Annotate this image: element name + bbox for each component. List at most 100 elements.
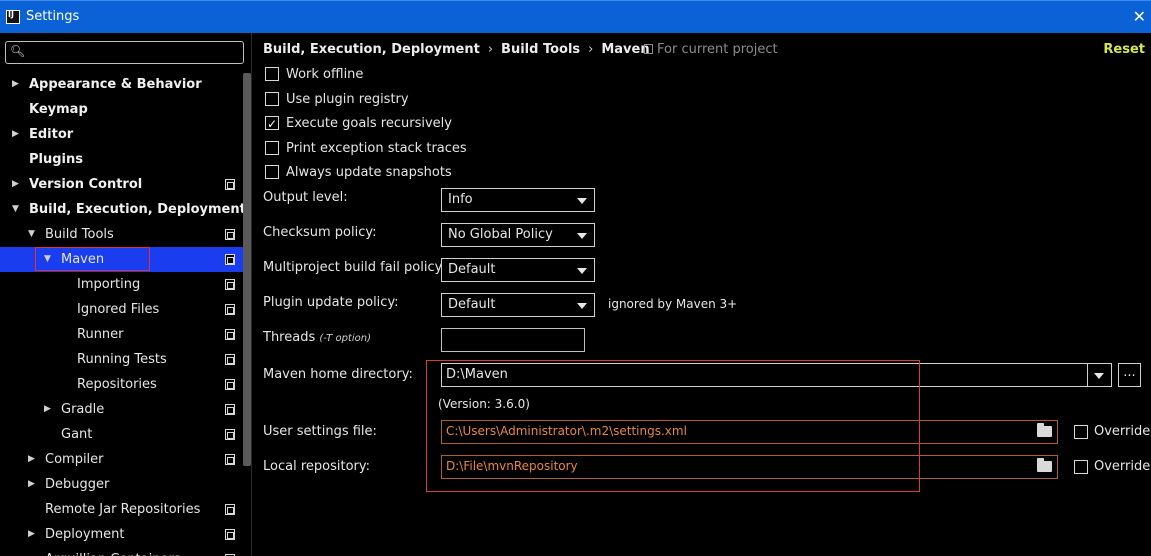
sidebar-item[interactable]: Keymap [0, 97, 243, 122]
sidebar-item[interactable]: ▶ Deployment [0, 522, 243, 547]
checksum-policy-select[interactable]: No Global Policy [441, 223, 595, 247]
option-label: Work offline [286, 67, 364, 82]
project-scope-icon [225, 429, 235, 440]
option-label: Print exception stack traces [286, 140, 467, 156]
option-checkbox[interactable] [265, 67, 279, 81]
project-scope-icon [225, 529, 235, 540]
plugin-update-policy-value: Default [448, 297, 496, 312]
sidebar-item-label: Compiler [45, 452, 104, 467]
sidebar-item[interactable]: Remote Jar Repositories [0, 497, 243, 522]
scope-label: For current project [657, 42, 778, 57]
sidebar-item-label: Build, Execution, Deployment [29, 202, 246, 217]
browse-button[interactable]: ... [1118, 363, 1141, 387]
option-checkbox[interactable] [265, 140, 279, 155]
sidebar-item-label: Editor [29, 127, 74, 142]
threads-input[interactable] [441, 328, 585, 352]
override-label: Override [1094, 459, 1151, 474]
breadcrumb: Build, Execution, Deployment › Build Tools… [263, 42, 650, 57]
project-scope-icon [225, 504, 235, 515]
window-title: Settings [26, 9, 80, 24]
project-scope-icon [644, 44, 653, 54]
sidebar-item[interactable]: Runner [0, 322, 243, 347]
sidebar-item[interactable]: ▼ Build Tools [0, 222, 243, 247]
sidebar-item-label: Repositories [77, 377, 157, 392]
local-repository-label: Local repository: [263, 459, 370, 474]
sidebar-item[interactable]: Ignored Files [0, 297, 243, 322]
folder-icon[interactable] [1037, 423, 1052, 437]
close-icon[interactable]: ✕ [1133, 7, 1146, 26]
title-bar: Settings ✕ [0, 0, 1151, 33]
reset-button[interactable]: Reset [1103, 42, 1145, 57]
threads-note: (-T option) [319, 333, 371, 344]
sidebar-item-label: Version Control [29, 177, 143, 192]
search-input[interactable] [30, 44, 240, 61]
sidebar-item-label: Runner [77, 327, 124, 342]
sidebar-item[interactable]: ▶ Editor [0, 122, 243, 147]
dropdown-arrow-icon[interactable] [1094, 373, 1104, 379]
option-label: Execute goals recursively [286, 116, 452, 131]
sidebar-item[interactable]: Gant [0, 422, 243, 447]
threads-label: Threads (-T option) [263, 330, 371, 345]
sidebar-item[interactable]: ▶ Version Control [0, 172, 243, 197]
sidebar-item[interactable]: ▼ Maven [0, 247, 243, 272]
sidebar-scrollbar[interactable] [243, 73, 251, 466]
project-scope-icon [225, 304, 235, 315]
sidebar-item[interactable]: Running Tests [0, 347, 243, 372]
expand-arrow-icon[interactable]: ▶ [44, 397, 51, 422]
project-scope-icon [225, 229, 235, 240]
local-repository-field[interactable]: D:\File\mvnRepository [441, 455, 1058, 479]
sidebar-item-label: Plugins [29, 152, 83, 167]
sidebar-item[interactable]: Importing [0, 272, 243, 297]
project-scope-icon [225, 454, 235, 465]
output-level-select[interactable]: Info [441, 188, 595, 212]
search-icon[interactable]: 🔍︎ [10, 44, 25, 58]
sidebar-item-label: Build Tools [45, 227, 114, 242]
option-checkbox[interactable] [265, 165, 279, 179]
plugin-update-policy-select[interactable]: Default [441, 293, 595, 317]
sidebar-item[interactable]: ▶ Debugger [0, 472, 243, 497]
fail-policy-select[interactable]: Default [441, 258, 595, 282]
project-scope-icon [225, 354, 235, 365]
user-settings-field[interactable]: C:\Users\Administrator\.m2\settings.xml [441, 420, 1058, 444]
sidebar-item-label: Appearance & Behavior [29, 77, 202, 92]
folder-icon[interactable] [1037, 458, 1052, 472]
breadcrumb-separator: › [487, 42, 494, 57]
intellij-icon [6, 10, 20, 24]
fail-policy-value: Default [448, 262, 496, 277]
sidebar-item[interactable]: Repositories [0, 372, 243, 397]
expand-arrow-icon[interactable]: ▶ [12, 72, 19, 97]
override-checkbox[interactable] [1074, 425, 1088, 439]
sidebar-item[interactable]: ▶ Compiler [0, 447, 243, 472]
search-box[interactable]: 🔍︎ [5, 41, 244, 64]
option-checkbox[interactable] [265, 91, 279, 106]
sidebar-item[interactable]: ▶ Gradle [0, 397, 243, 422]
option-label: Always update snapshots [286, 165, 452, 180]
expand-arrow-icon[interactable]: ▶ [28, 447, 35, 472]
expand-arrow-icon[interactable]: ▶ [28, 522, 35, 547]
override-label: Override [1094, 424, 1151, 439]
threads-label-text: Threads [263, 330, 316, 345]
collapse-arrow-icon[interactable]: ▼ [12, 197, 19, 222]
collapse-arrow-icon[interactable]: ▼ [28, 222, 35, 247]
breadcrumb-item: Maven [601, 42, 650, 57]
sidebar-item-label: Importing [77, 277, 141, 292]
plugin-update-hint: ignored by Maven 3+ [608, 297, 738, 311]
scope-indicator: For current project [644, 42, 778, 57]
sidebar-item[interactable]: ▶ Appearance & Behavior [0, 72, 243, 97]
sidebar-item[interactable]: ▼ Build, Execution, Deployment [0, 197, 246, 222]
override-checkbox[interactable] [1074, 460, 1088, 474]
dropdown-arrow-icon [577, 233, 587, 239]
expand-arrow-icon[interactable]: ▶ [12, 172, 19, 197]
project-scope-icon [225, 254, 235, 265]
option-checkbox[interactable] [265, 114, 279, 134]
annotation-highlight-box [35, 247, 150, 271]
local-repository-value: D:\File\mvnRepository [446, 459, 578, 473]
breadcrumb-item[interactable]: Build Tools [501, 42, 580, 57]
sidebar-item[interactable]: Arquillian Containers [0, 547, 243, 556]
sidebar-item[interactable]: Plugins [0, 147, 243, 172]
expand-arrow-icon[interactable]: ▶ [12, 122, 19, 147]
output-level-label: Output level: [263, 190, 348, 205]
maven-home-select[interactable]: D:\Maven [441, 363, 1112, 387]
breadcrumb-item[interactable]: Build, Execution, Deployment [263, 42, 480, 57]
expand-arrow-icon[interactable]: ▶ [28, 472, 35, 497]
